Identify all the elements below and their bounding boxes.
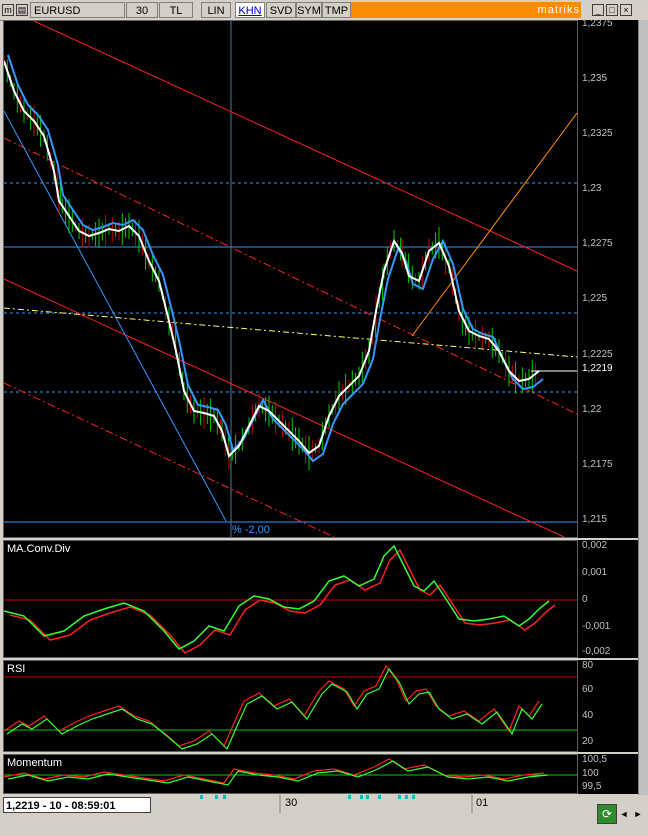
period-button[interactable]: 30	[126, 2, 158, 18]
yellow-level-line	[3, 307, 578, 358]
lin-button[interactable]: LIN	[201, 2, 231, 18]
y-tick: 1,215	[582, 514, 608, 525]
y-tick: 80	[582, 660, 594, 671]
y-tick: 1,235	[582, 73, 608, 84]
minimize-icon[interactable]: _	[592, 4, 604, 16]
momentum-line	[3, 758, 545, 784]
sym-button[interactable]: SYM	[296, 2, 322, 18]
vertical-scrollbar[interactable]	[638, 20, 648, 795]
window-menu-icon[interactable]: m	[2, 4, 14, 16]
y-tick: 1,2275	[582, 238, 613, 249]
macd-canvas	[3, 544, 577, 654]
price-chart-canvas: % -2,00	[3, 20, 578, 538]
y-tick: 0,002	[582, 540, 608, 551]
y-tick: 100,5	[582, 754, 608, 765]
rsi-y-axis: 80 60 40 20	[578, 660, 638, 752]
macd-panel[interactable]: MA.Conv.Div	[3, 540, 578, 658]
y-tick: 1,2225	[582, 349, 613, 360]
svd-button[interactable]: SVD	[266, 2, 296, 18]
trend-line-up	[411, 112, 578, 337]
scroll-area[interactable]	[0, 814, 648, 831]
symbol-field[interactable]: EURUSD	[30, 2, 125, 18]
channel-middle	[3, 137, 578, 415]
percent-annotation: % -2,00	[232, 524, 270, 536]
y-tick: 1,225	[582, 293, 608, 304]
trend-line-down	[3, 110, 227, 522]
price-chart-panel[interactable]: % -2,00	[3, 20, 578, 538]
y-tick: 20	[582, 736, 594, 747]
tl-button[interactable]: TL	[159, 2, 193, 18]
channel-lower-dash	[3, 382, 335, 538]
ma-slow-line	[7, 54, 544, 463]
momentum-line-green	[7, 760, 549, 786]
status-readout: 1,2219 - 10 - 08:59:01	[3, 797, 151, 813]
brand-logo: matriks	[537, 4, 580, 16]
macd-title: MA.Conv.Div	[7, 543, 71, 555]
last-price-label: 1,2219	[582, 363, 613, 374]
macd-y-axis: 0,002 0,001 0 -0,001 -0,002	[578, 540, 638, 658]
rsi-canvas	[3, 664, 577, 751]
y-tick: 0	[582, 594, 588, 605]
y-tick: 1,23	[582, 183, 602, 194]
y-tick: 0,001	[582, 567, 608, 578]
rsi-line-red	[3, 664, 540, 748]
channel-lower	[3, 278, 565, 538]
scroll-left-icon[interactable]: ◄	[618, 809, 630, 821]
close-icon[interactable]: ×	[620, 4, 632, 16]
momentum-title: Momentum	[7, 757, 63, 769]
y-tick: 99,5	[582, 781, 602, 792]
y-tick: 1,22	[582, 404, 602, 415]
price-y-axis: 1,2375 1,235 1,2325 1,23 1,2275 1,225 1,…	[578, 18, 638, 538]
tmp-button[interactable]: TMP	[322, 2, 351, 18]
y-tick: 1,2375	[582, 18, 613, 29]
rsi-title: RSI	[7, 663, 26, 675]
maximize-icon[interactable]: □	[606, 4, 618, 16]
y-tick: 1,2325	[582, 128, 613, 139]
y-tick: -0,001	[582, 621, 611, 632]
rsi-panel[interactable]: RSI	[3, 660, 578, 752]
macd-signal-line	[9, 548, 556, 654]
khn-button[interactable]: KHN	[235, 2, 265, 18]
y-tick: 60	[582, 684, 594, 695]
macd-line	[3, 544, 550, 650]
y-tick: 40	[582, 710, 594, 721]
y-tick: -0,002	[582, 646, 611, 657]
session-markers	[200, 795, 415, 799]
rsi-line-green	[6, 667, 543, 751]
y-tick: 100	[582, 768, 599, 779]
date-label: 30	[285, 797, 298, 809]
date-label: 01	[476, 797, 489, 809]
chart-type-icon[interactable]: ▤	[16, 4, 28, 16]
momentum-panel[interactable]: Momentum	[3, 754, 578, 794]
y-tick: 1,2175	[582, 459, 613, 470]
price-bars	[3, 56, 537, 470]
toolbar: m ▤ EURUSD 30 TL LIN KHN SVD SYM TMP mat…	[0, 0, 648, 21]
momentum-canvas	[3, 758, 577, 786]
scroll-right-icon[interactable]: ►	[632, 809, 644, 821]
momentum-y-axis: 100,5 100 99,5	[578, 754, 638, 794]
refresh-icon[interactable]: ⟳	[597, 804, 617, 824]
